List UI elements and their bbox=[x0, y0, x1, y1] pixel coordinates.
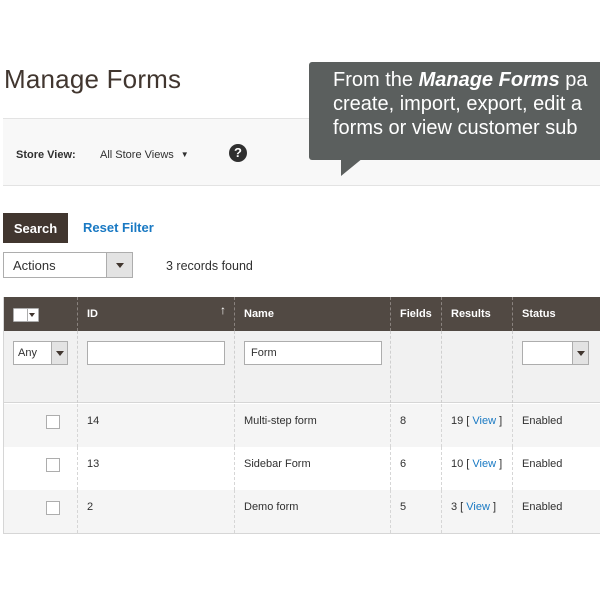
column-id[interactable]: ID ↑ bbox=[77, 297, 234, 331]
filter-any-select[interactable]: Any bbox=[13, 341, 68, 365]
chevron-down-icon bbox=[572, 342, 588, 364]
filter-name-cell bbox=[234, 331, 390, 403]
row-status: Enabled bbox=[512, 404, 600, 447]
column-id-label: ID bbox=[87, 308, 98, 320]
row-id: 13 bbox=[77, 447, 234, 490]
records-count: 3 records found bbox=[166, 259, 253, 273]
forms-grid: ID ↑ Name Fields Results Status Any Form… bbox=[3, 297, 600, 534]
row-id: 2 bbox=[77, 490, 234, 533]
sort-arrow-icon: ↑ bbox=[220, 303, 226, 317]
row-checkbox[interactable] bbox=[46, 415, 60, 429]
search-button[interactable]: Search bbox=[3, 213, 68, 243]
column-fields[interactable]: Fields bbox=[390, 297, 441, 331]
filter-results-cell bbox=[441, 331, 512, 403]
row-status: Enabled bbox=[512, 447, 600, 490]
grid-header: ID ↑ Name Fields Results Status bbox=[4, 297, 600, 331]
filter-fields-cell bbox=[390, 331, 441, 403]
row-name: Demo form bbox=[234, 490, 390, 533]
filter-row: Any bbox=[4, 331, 600, 403]
view-results-link[interactable]: View bbox=[472, 415, 496, 427]
actions-dropdown[interactable]: Actions bbox=[3, 252, 133, 278]
table-row[interactable]: 13 Sidebar Form 6 10 [ View ] Enabled bbox=[4, 447, 600, 490]
mass-select-checkbox[interactable] bbox=[13, 308, 39, 322]
page-title: Manage Forms bbox=[4, 64, 182, 94]
row-name: Multi-step form bbox=[234, 404, 390, 447]
chevron-down-icon bbox=[106, 253, 132, 277]
row-select-cell bbox=[4, 490, 77, 533]
chevron-down-icon bbox=[51, 342, 67, 364]
filter-status-cell bbox=[512, 331, 600, 403]
tooltip-line3: forms or view customer sub bbox=[333, 117, 578, 139]
caret-down-icon: ▼ bbox=[180, 150, 189, 159]
store-view-label: Store View: bbox=[16, 149, 76, 161]
column-select bbox=[4, 297, 77, 331]
column-name[interactable]: Name bbox=[234, 297, 390, 331]
view-results-link[interactable]: View bbox=[466, 501, 490, 513]
tooltip-line1-suffix: pa bbox=[559, 69, 588, 91]
results-count: 19 bbox=[451, 415, 464, 427]
tooltip-emphasis: Manage Forms bbox=[418, 69, 560, 91]
actions-selected: Actions bbox=[13, 258, 56, 273]
filter-select-cell: Any bbox=[4, 331, 77, 403]
row-select-cell bbox=[4, 447, 77, 490]
tooltip-line2: create, import, export, edit a bbox=[333, 93, 583, 115]
column-status-label: Status bbox=[522, 308, 556, 320]
column-fields-label: Fields bbox=[400, 308, 432, 320]
results-count: 10 bbox=[451, 458, 464, 470]
row-status: Enabled bbox=[512, 490, 600, 533]
filter-name-input[interactable] bbox=[244, 341, 382, 365]
column-results[interactable]: Results bbox=[441, 297, 512, 331]
row-fields: 8 bbox=[390, 404, 441, 447]
store-view-selected: All Store Views bbox=[100, 149, 174, 161]
help-icon[interactable]: ? bbox=[229, 144, 247, 162]
column-name-label: Name bbox=[244, 308, 274, 320]
table-row[interactable]: 2 Demo form 5 3 [ View ] Enabled bbox=[4, 490, 600, 533]
row-checkbox[interactable] bbox=[46, 501, 60, 515]
filter-id-input[interactable] bbox=[87, 341, 225, 365]
row-results: 10 [ View ] bbox=[441, 447, 512, 490]
row-select-cell bbox=[4, 404, 77, 447]
column-results-label: Results bbox=[451, 308, 491, 320]
table-row[interactable]: 14 Multi-step form 8 19 [ View ] Enabled bbox=[4, 404, 600, 447]
tooltip-tail bbox=[341, 158, 363, 176]
row-name: Sidebar Form bbox=[234, 447, 390, 490]
row-checkbox[interactable] bbox=[46, 458, 60, 472]
column-status[interactable]: Status bbox=[512, 297, 600, 331]
row-results: 19 [ View ] bbox=[441, 404, 512, 447]
row-fields: 5 bbox=[390, 490, 441, 533]
reset-filter-link[interactable]: Reset Filter bbox=[83, 220, 154, 235]
tooltip-callout: From the Manage Forms pa create, import,… bbox=[309, 62, 600, 160]
view-results-link[interactable]: View bbox=[472, 458, 496, 470]
tooltip-text: From the Manage Forms pa create, import,… bbox=[333, 68, 588, 140]
store-view-switcher[interactable]: All Store Views ▼ bbox=[100, 149, 189, 161]
row-results: 3 [ View ] bbox=[441, 490, 512, 533]
filter-id-cell bbox=[77, 331, 234, 403]
filter-any-value: Any bbox=[18, 347, 37, 359]
row-id: 14 bbox=[77, 404, 234, 447]
row-fields: 6 bbox=[390, 447, 441, 490]
tooltip-line1-prefix: From the bbox=[333, 69, 419, 91]
results-count: 3 bbox=[451, 501, 458, 513]
filter-status-select[interactable] bbox=[522, 341, 589, 365]
